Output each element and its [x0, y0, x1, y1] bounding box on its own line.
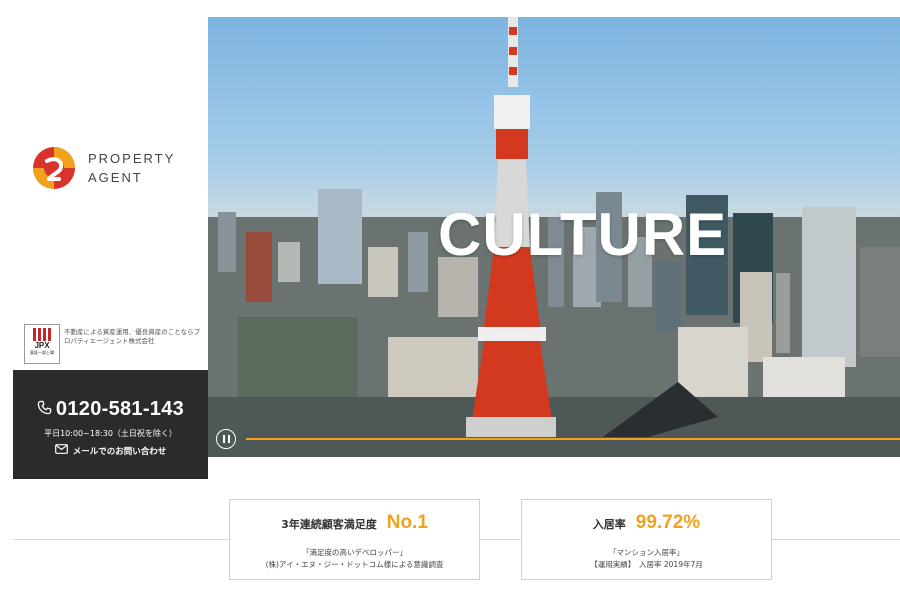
video-progress-bar[interactable]: [246, 438, 900, 440]
phone-icon: [37, 400, 52, 419]
stat-label: 3年連続顧客満足度: [281, 518, 377, 531]
video-progress-fill: [246, 438, 900, 440]
hero-title: CULTURE: [438, 201, 728, 268]
phone-number: 0120-581-143: [55, 398, 185, 420]
jpx-sublabel: 東証一部上場: [30, 350, 54, 355]
email-inquiry-label: メールでのお問い合わせ: [72, 446, 167, 457]
jpx-logo-icon: [25, 328, 59, 341]
stat-note: 「マンション入居率」: [609, 548, 684, 557]
stat-source: (株)アイ・エヌ・ジー・ドットコム様による意識調査: [265, 560, 444, 569]
phone-link[interactable]: 0120-581-143: [13, 398, 208, 421]
pause-icon: [222, 435, 225, 443]
business-hours: 平日10:00~18:30（土日祝を除く）: [44, 429, 177, 438]
stat-note: 「満足度の高いデベロッパー」: [302, 548, 407, 557]
logo-line-1: PROPERTY: [88, 151, 176, 166]
pause-button[interactable]: [216, 429, 236, 449]
hero-video: CULTURE: [208, 17, 900, 457]
jpx-badge: JPX 東証一部上場: [24, 324, 60, 364]
logo-line-2: AGENT: [88, 170, 143, 185]
stat-value: 99.72%: [635, 512, 701, 533]
satisfaction-stat-card: 3年連続顧客満足度 No.1 「満足度の高いデベロッパー」 (株)アイ・エヌ・ジ…: [229, 499, 480, 580]
company-logo[interactable]: PROPERTY AGENT: [32, 146, 175, 190]
mail-icon: [54, 444, 68, 457]
stat-value: No.1: [386, 512, 428, 533]
contact-panel: 0120-581-143 平日10:00~18:30（土日祝を除く） メールでの…: [13, 370, 208, 479]
stat-source: 【運用実績】 入居率 2019年7月: [590, 560, 703, 569]
jpx-label: JPX: [34, 341, 50, 350]
occupancy-stat-card: 入居率 99.72% 「マンション入居率」 【運用実績】 入居率 2019年7月: [521, 499, 772, 580]
company-description: 不動産による資産運用、優良資産のことならプロパティエージェント株式会社: [64, 328, 201, 345]
stat-label: 入居率: [592, 518, 626, 531]
email-inquiry-link[interactable]: メールでのお問い合わせ: [13, 444, 208, 457]
logo-wordmark: PROPERTY AGENT: [88, 149, 175, 187]
logo-mark-icon: [32, 146, 76, 190]
